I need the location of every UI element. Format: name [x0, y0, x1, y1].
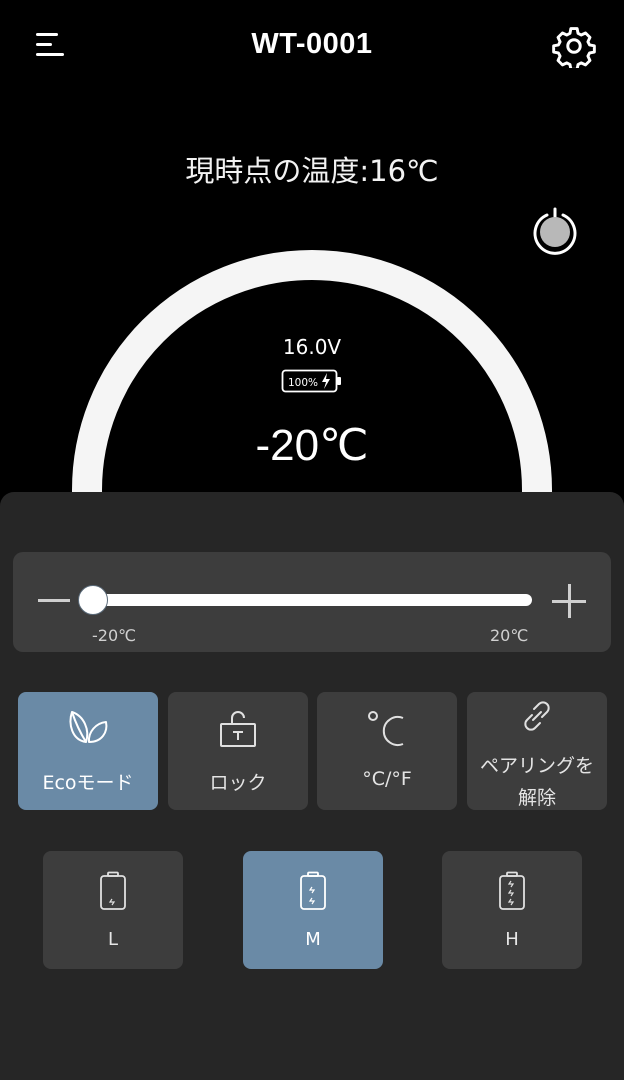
- power-icon: [533, 207, 577, 255]
- unpair-label: ペアリングを 解除: [467, 750, 607, 814]
- battery-medium-icon: [300, 871, 326, 910]
- unpair-button[interactable]: ペアリングを 解除: [467, 692, 607, 810]
- unpair-label-line1: ペアリングを: [479, 755, 594, 777]
- increase-temperature-button[interactable]: [552, 583, 590, 621]
- level-low-button[interactable]: L: [43, 851, 183, 969]
- current-temperature: 現時点の温度:16℃: [185, 154, 439, 188]
- battery-icon: 100%: [281, 368, 343, 394]
- unlink-icon: [524, 701, 550, 731]
- celsius-icon: [368, 711, 404, 746]
- settings-button[interactable]: [552, 24, 596, 71]
- leaf-icon: [69, 711, 108, 743]
- voltage-readout: 16.0V: [282, 335, 342, 359]
- gear-icon: [552, 27, 596, 71]
- decrease-temperature-button[interactable]: [38, 599, 70, 602]
- unit-toggle-label: °C/°F: [362, 768, 412, 790]
- eco-mode-button[interactable]: Ecoモード: [18, 692, 158, 810]
- unpair-label-line2: 解除: [517, 787, 556, 809]
- lock-icon: [220, 711, 256, 747]
- level-low-label: L: [107, 929, 119, 950]
- level-high-button[interactable]: H: [442, 851, 582, 969]
- eco-mode-label: Ecoモード: [42, 772, 134, 794]
- level-high-label: H: [505, 929, 519, 950]
- slider-min-label: -20℃: [92, 626, 137, 645]
- temperature-slider-track[interactable]: [96, 594, 532, 606]
- slider-max-label: 20℃: [490, 626, 529, 645]
- battery-high-icon: [499, 871, 525, 910]
- level-medium-label: M: [305, 929, 321, 950]
- battery-percent: 100%: [288, 377, 318, 389]
- header: WT-0001: [0, 0, 624, 92]
- lock-label: ロック: [209, 772, 267, 794]
- battery-low-icon: [100, 871, 126, 910]
- temperature-slider-thumb[interactable]: [78, 585, 108, 615]
- power-button[interactable]: [530, 205, 580, 255]
- level-medium-button[interactable]: M: [243, 851, 383, 969]
- lock-button[interactable]: ロック: [168, 692, 308, 810]
- unit-toggle-button[interactable]: °C/°F: [317, 692, 457, 810]
- set-temperature: -20℃: [255, 421, 369, 470]
- device-title: WT-0001: [251, 28, 373, 60]
